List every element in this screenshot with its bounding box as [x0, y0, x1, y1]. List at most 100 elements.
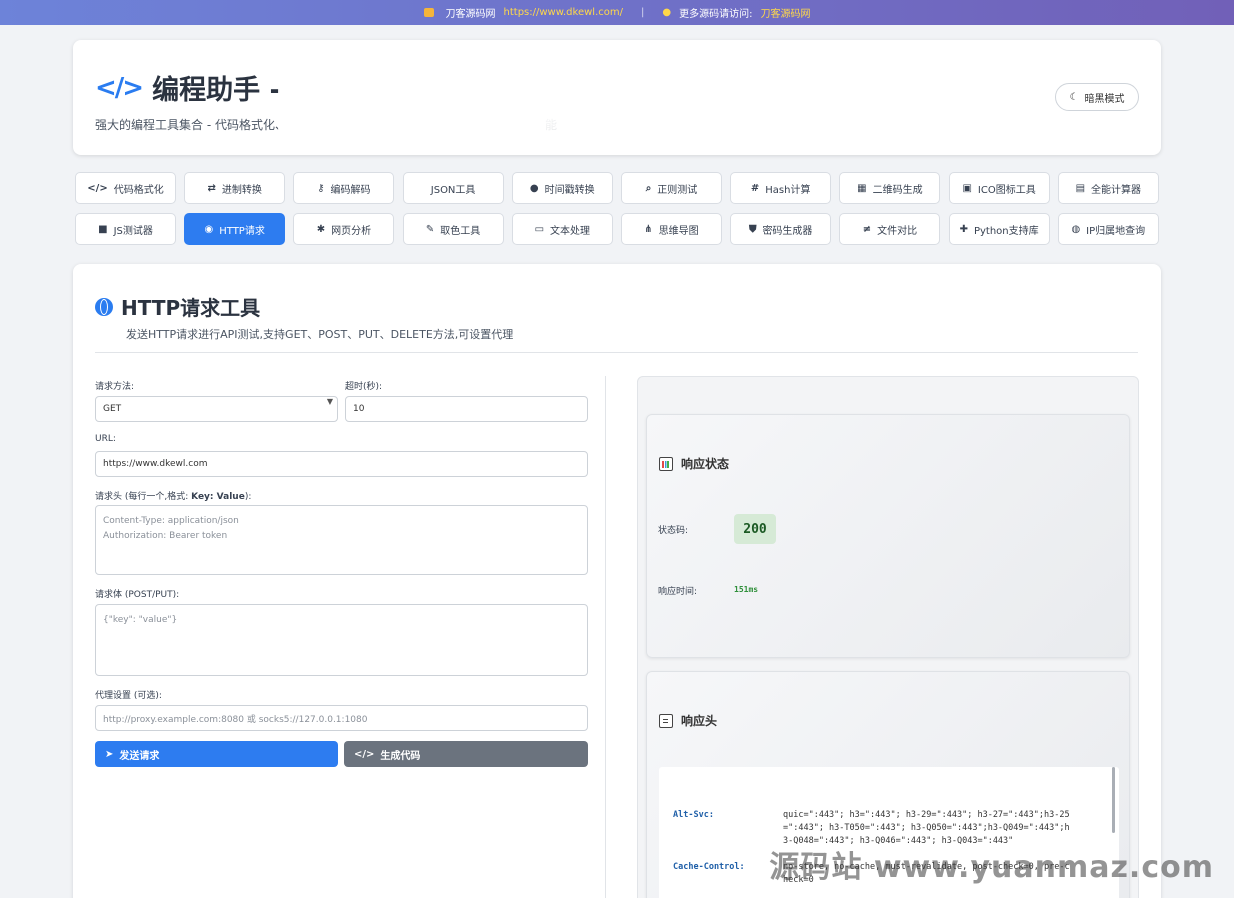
response-status-title-text: 响应状态 — [681, 457, 730, 471]
tab-icon: ✚ — [959, 223, 968, 235]
url-input[interactable]: https://www.dkewl.com — [95, 451, 588, 477]
timeout-value: 10 — [353, 404, 365, 414]
proxy-input[interactable]: http://proxy.example.com:8080 或 socks5:/… — [95, 705, 588, 731]
column-divider — [605, 376, 606, 898]
tab-14[interactable]: ✎ 取色工具 — [402, 213, 504, 245]
tab-icon: ⌕ — [645, 182, 652, 194]
tool-title-text: HTTP请求工具 — [121, 296, 261, 320]
page-title: </> 编程助手 - — [95, 68, 281, 107]
tab-label: Python支持库 — [973, 225, 1039, 237]
tab-4[interactable]: JSON工具 — [402, 172, 504, 204]
tool-description: 发送HTTP请求进行API测试,支持GET、POST、PUT、DELETE方法,… — [126, 328, 514, 341]
tab-12[interactable]: ◉ HTTP请求 — [184, 213, 286, 245]
tab-18[interactable]: ≠ 文件对比 — [839, 213, 941, 245]
headers-label-format: Key: Value — [191, 492, 245, 502]
code-icon: </> — [354, 748, 375, 760]
tab-icon: ⛊ — [748, 223, 757, 235]
watermark-text: 源码站 www.yuanmaz.com — [769, 850, 1214, 885]
send-icon: ➤ — [105, 748, 114, 760]
tab-2[interactable]: ⇄ 进制转换 — [184, 172, 286, 204]
tab-icon: ◍ — [1071, 223, 1081, 235]
tab-icon: ◉ — [204, 223, 214, 235]
dark-mode-label: 暗黑模式 — [1084, 93, 1125, 105]
banner-more-link[interactable]: 刀客源码网 — [760, 5, 810, 20]
proxy-placeholder: http://proxy.example.com:8080 或 socks5:/… — [103, 714, 368, 725]
send-request-button[interactable]: ➤ 发送请求 — [95, 741, 338, 767]
timeout-input[interactable]: 10 — [345, 396, 588, 422]
tab-icon: ✱ — [316, 223, 326, 235]
tab-19[interactable]: ✚ Python支持库 — [948, 213, 1050, 245]
tab-label: 文件对比 — [877, 225, 918, 237]
tool-title: HTTP请求工具 — [95, 292, 260, 321]
globe-icon — [95, 297, 113, 316]
response-time-label: 响应时间: — [658, 587, 698, 597]
tab-16[interactable]: ⋔ 思维导图 — [621, 213, 722, 245]
body-textarea[interactable]: {"key": "value"} — [95, 604, 588, 676]
generate-code-label: 生成代码 — [380, 750, 421, 762]
site-logo-icon — [423, 8, 434, 17]
url-value: https://www.dkewl.com — [103, 459, 208, 469]
tab-17[interactable]: ⛊ 密码生成器 — [730, 213, 832, 245]
send-request-label: 发送请求 — [119, 750, 160, 762]
dark-mode-button[interactable]: ☾ 暗黑模式 — [1055, 83, 1139, 111]
tab-label: JSON工具 — [430, 184, 476, 196]
banner-site-link[interactable]: https://www.dkewl.com/ — [504, 7, 623, 18]
tab-13[interactable]: ✱ 网页分析 — [293, 213, 395, 245]
tab-label: 取色工具 — [440, 225, 481, 237]
tab-9[interactable]: ▣ ICO图标工具 — [948, 172, 1050, 204]
tab-label: 进制转换 — [221, 184, 262, 196]
tab-label: 密码生成器 — [762, 225, 813, 237]
tab-15[interactable]: ▭ 文本处理 — [511, 213, 613, 245]
http-tool-card: HTTP请求工具 发送HTTP请求进行API测试,支持GET、POST、PUT、… — [73, 264, 1161, 898]
headers-textarea[interactable]: Content-Type: application/json Authoriza… — [95, 505, 588, 575]
tab-10[interactable]: ▤ 全能计算器 — [1057, 172, 1159, 204]
bar-chart-icon — [659, 456, 673, 471]
tab-label: HTTP请求 — [219, 225, 265, 237]
method-value: GET — [103, 404, 122, 414]
tab-label: 二维码生成 — [872, 184, 923, 196]
banner-more-text: 更多源码请访问: — [679, 9, 753, 20]
tab-icon: ■ — [98, 223, 108, 235]
tab-20[interactable]: ◍ IP归属地查询 — [1057, 213, 1159, 245]
status-code-badge: 200 — [734, 514, 776, 544]
generate-code-button[interactable]: </> 生成代码 — [344, 741, 588, 767]
header-card: </> 编程助手 - 强大的编程工具集合 - 代码格式化、能 ☾ 暗黑模式 — [73, 40, 1161, 155]
tab-1[interactable]: </> 代码格式化 — [75, 172, 176, 204]
scrollbar[interactable] — [1112, 767, 1115, 833]
tab-label: 代码格式化 — [113, 184, 164, 196]
tab-icon: ≠ — [862, 223, 872, 235]
response-headers-title-text: 响应头 — [681, 714, 718, 728]
proxy-label: 代理设置 (可选): — [95, 691, 162, 701]
divider — [95, 352, 1138, 353]
tab-label: 正则测试 — [657, 184, 698, 196]
tab-8[interactable]: ▦ 二维码生成 — [839, 172, 941, 204]
tab-label: JS测试器 — [113, 225, 153, 237]
tab-6[interactable]: ⌕ 正则测试 — [621, 172, 722, 204]
url-label: URL: — [95, 434, 116, 444]
page-subtitle-text: 强大的编程工具集合 - 代码格式化、 — [95, 118, 287, 132]
tab-icon: ● — [529, 182, 539, 194]
tab-icon: # — [750, 182, 760, 194]
tab-5[interactable]: ● 时间戳转换 — [511, 172, 613, 204]
tab-icon: ⇄ — [207, 182, 216, 194]
tab-3[interactable]: ⚷ 编码解码 — [293, 172, 395, 204]
header-key: Cache-Control: — [673, 862, 745, 872]
tab-icon: ▣ — [962, 182, 972, 194]
chevron-down-icon: ▼ — [326, 397, 333, 406]
banner-site-name: 刀客源码网 — [445, 9, 496, 20]
method-select[interactable]: GET ▼ — [95, 396, 338, 422]
tab-11[interactable]: ■ JS测试器 — [75, 213, 176, 245]
tab-icon: ▭ — [534, 223, 545, 235]
tab-7[interactable]: # Hash计算 — [730, 172, 832, 204]
response-panel: 响应状态 状态码: 200 响应时间: 151ms 响应头 Alt-Svc: q… — [637, 376, 1139, 898]
response-status-card: 响应状态 状态码: 200 响应时间: 151ms — [646, 414, 1130, 658]
code-icon: </> — [95, 72, 144, 103]
tab-label: 文本处理 — [550, 225, 591, 237]
headers-label-suffix: ): — [244, 492, 252, 502]
tab-icon: ⋔ — [644, 223, 653, 235]
tab-icon: ⚷ — [317, 182, 325, 194]
tab-label: 编码解码 — [330, 184, 371, 196]
body-label: 请求体 (POST/PUT): — [95, 590, 180, 600]
tab-icon: ▦ — [857, 182, 867, 194]
moon-icon: ☾ — [1069, 91, 1079, 103]
